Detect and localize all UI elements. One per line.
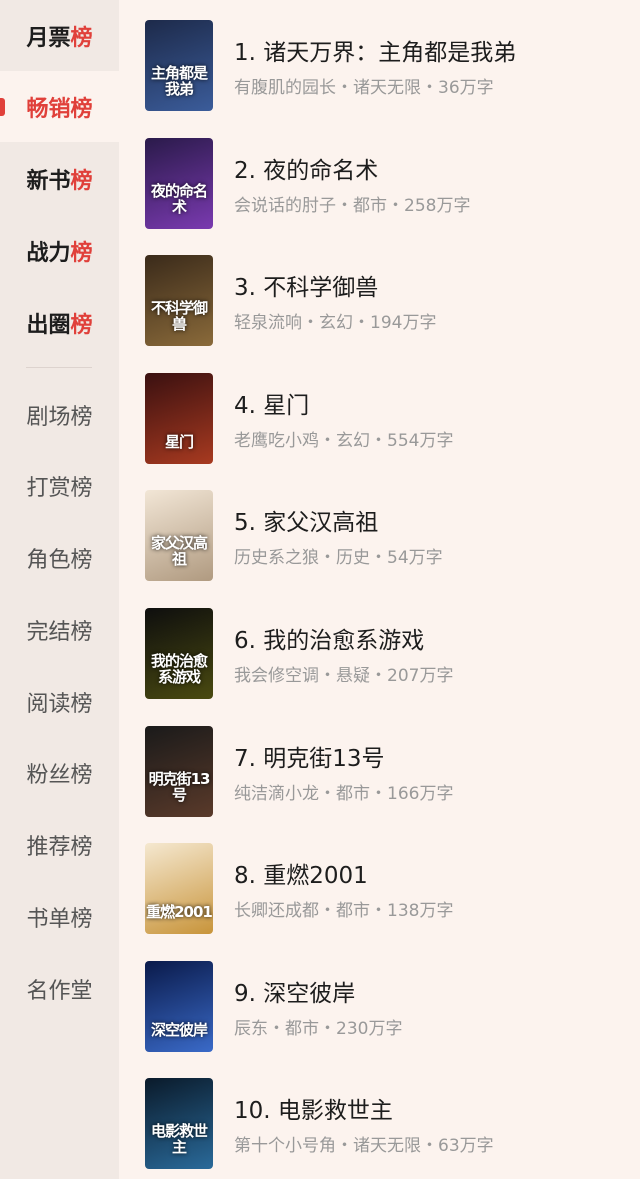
- book-cover[interactable]: 主角都是我弟: [145, 20, 213, 111]
- ranking-sidebar: 月票榜畅销榜新书榜战力榜出圈榜剧场榜 打赏榜 角色榜 完结榜 阅读榜 粉丝榜 推荐榜 书单榜名…: [0, 0, 119, 1179]
- book-cover-text: 电影救世主: [150, 1122, 208, 1157]
- sidebar-item[interactable]: 推荐榜: [0, 809, 119, 880]
- book-cover[interactable]: 深空彼岸: [145, 960, 213, 1052]
- book-title[interactable]: 5. 家父汉高祖: [234, 503, 378, 537]
- book-row[interactable]: 家父汉高祖 5. 家父汉高祖历史系之狼・历史・54万字: [119, 470, 640, 587]
- sidebar-item-label: 战力: [26, 240, 71, 266]
- book-row[interactable]: 星门 4. 星门老鹰吃小鸡・玄幻・554万字: [119, 353, 640, 470]
- book-title[interactable]: 4. 星门: [234, 386, 309, 420]
- book-cover-text: 我的治愈系游戏: [150, 652, 208, 686]
- book-cover-text: 星门: [164, 432, 194, 451]
- book-list: 主角都是我弟 1. 诸天万界：主角都是我弟有腹肌的园长・诸天无限・36万字夜的命名…: [119, 0, 640, 1179]
- book-cover[interactable]: 家父汉高祖: [145, 490, 213, 582]
- sidebar-item-label: 书单榜: [26, 906, 93, 932]
- book-title[interactable]: 1. 诸天万界：主角都是我弟: [234, 33, 516, 67]
- book-cover[interactable]: 明克街13号: [145, 725, 213, 817]
- book-title[interactable]: 3. 不科学御兽: [234, 268, 378, 302]
- book-cover-text: 重燃2001: [146, 903, 213, 922]
- sidebar-item-label: 月票: [26, 25, 71, 51]
- ranking-screen: 月票榜畅销榜新书榜战力榜出圈榜剧场榜 打赏榜 角色榜 完结榜 阅读榜 粉丝榜 推荐榜 书单榜名…: [0, 0, 640, 1179]
- book-title[interactable]: 2. 夜的命名术: [234, 151, 378, 185]
- book-title[interactable]: 9. 深空彼岸: [234, 974, 355, 1008]
- sidebar-item[interactable]: 书单榜: [0, 881, 119, 952]
- book-row[interactable]: 夜的命名术 2. 夜的命名术会说话的肘子・都市・258万字: [119, 118, 640, 235]
- sidebar-item-label: 打赏榜: [26, 475, 93, 501]
- sidebar-item-label: 新书: [26, 168, 71, 194]
- sidebar-item[interactable]: 打赏榜: [0, 450, 119, 521]
- sidebar-divider: [26, 367, 92, 368]
- sidebar-item-active[interactable]: 畅销榜: [0, 71, 119, 142]
- sidebar-item-label-suffix: 榜: [70, 25, 93, 51]
- book-cover[interactable]: 重燃2001: [145, 843, 213, 935]
- sidebar-item[interactable]: 完结榜: [0, 594, 119, 665]
- book-cover-text: 不科学御兽: [150, 299, 208, 334]
- sidebar-item-label: 粉丝榜: [26, 762, 93, 788]
- book-row[interactable]: 深空彼岸 9. 深空彼岸辰东・都市・230万字: [119, 941, 640, 1058]
- book-meta: 历史系之狼・历史・54万字: [234, 548, 443, 569]
- book-cover-text: 明克街13号: [148, 769, 211, 804]
- sidebar-item-label: 出圈: [26, 312, 71, 338]
- sidebar-item[interactable]: 粉丝榜: [0, 737, 119, 808]
- sidebar-item-label-suffix: 榜: [70, 240, 93, 266]
- sidebar-item-label-suffix: 榜: [70, 168, 93, 194]
- book-meta: 我会修空调・悬疑・207万字: [234, 666, 454, 686]
- sidebar-item[interactable]: 名作堂: [0, 953, 119, 1024]
- book-cover-text: 家父汉高祖: [150, 534, 208, 569]
- sidebar-item-label: 名作堂: [26, 978, 93, 1004]
- book-meta: 老鹰吃小鸡・玄幻・554万字: [234, 430, 454, 451]
- book-meta: 有腹肌的园长・诸天无限・36万字: [234, 78, 494, 98]
- active-indicator: [0, 98, 5, 116]
- book-cover-text: 夜的命名术: [150, 181, 208, 216]
- book-title[interactable]: 8. 重燃2001: [234, 856, 368, 890]
- sidebar-item[interactable]: 剧场榜: [0, 379, 119, 450]
- sidebar-item-label: 剧场榜: [26, 404, 93, 430]
- sidebar-item-label: 畅销: [26, 96, 71, 122]
- book-cover-text: 主角都是我弟: [150, 64, 208, 98]
- sidebar-item[interactable]: 角色榜: [0, 522, 119, 593]
- sidebar-item[interactable]: 战力榜: [0, 215, 119, 286]
- book-cover[interactable]: 星门: [145, 372, 213, 464]
- book-meta: 会说话的肘子・都市・258万字: [234, 195, 471, 216]
- sidebar-item[interactable]: 阅读榜: [0, 666, 119, 737]
- sidebar-item-label-suffix: 榜: [70, 312, 93, 338]
- book-row[interactable]: 主角都是我弟 1. 诸天万界：主角都是我弟有腹肌的园长・诸天无限・36万字: [119, 0, 640, 117]
- book-title[interactable]: 7. 明克街13号: [234, 739, 385, 773]
- sidebar-item-label: 角色榜: [26, 547, 93, 573]
- book-cover-text: 深空彼岸: [150, 1020, 208, 1039]
- sidebar-item-label-suffix: 榜: [70, 96, 93, 122]
- sidebar-item[interactable]: 新书榜: [0, 143, 119, 214]
- sidebar-item[interactable]: 月票榜: [0, 0, 119, 71]
- sidebar-item-label: 阅读榜: [26, 691, 93, 717]
- book-cover[interactable]: 电影救世主: [145, 1078, 213, 1170]
- book-meta: 辰东・都市・230万字: [234, 1018, 403, 1039]
- book-meta: 轻泉流响・玄幻・194万字: [234, 313, 437, 334]
- sidebar-item[interactable]: 出圈榜: [0, 287, 119, 358]
- book-title[interactable]: 6. 我的治愈系游戏: [234, 621, 424, 655]
- book-cover[interactable]: 不科学御兽: [145, 255, 213, 347]
- book-row[interactable]: 电影救世主 10. 电影救世主第十个小号角・诸天无限・63万字: [119, 1058, 640, 1175]
- book-row[interactable]: 明克街13号 7. 明克街13号纯洁滴小龙・都市・166万字: [119, 706, 640, 823]
- book-row[interactable]: 不科学御兽 3. 不科学御兽轻泉流响・玄幻・194万字: [119, 235, 640, 352]
- sidebar-item-label: 完结榜: [26, 619, 93, 645]
- book-title[interactable]: 10. 电影救世主: [234, 1091, 393, 1125]
- book-cover[interactable]: 夜的命名术: [145, 137, 213, 229]
- book-meta: 第十个小号角・诸天无限・63万字: [234, 1136, 494, 1157]
- book-meta: 长卿还成都・都市・138万字: [234, 901, 454, 922]
- book-row[interactable]: 我的治愈系游戏 6. 我的治愈系游戏我会修空调・悬疑・207万字: [119, 588, 640, 705]
- book-cover[interactable]: 我的治愈系游戏: [145, 608, 213, 699]
- sidebar-item-label: 推荐榜: [26, 834, 93, 860]
- book-meta: 纯洁滴小龙・都市・166万字: [234, 783, 454, 804]
- book-row[interactable]: 重燃2001 8. 重燃2001 长卿还成都・都市・138万字: [119, 823, 640, 940]
